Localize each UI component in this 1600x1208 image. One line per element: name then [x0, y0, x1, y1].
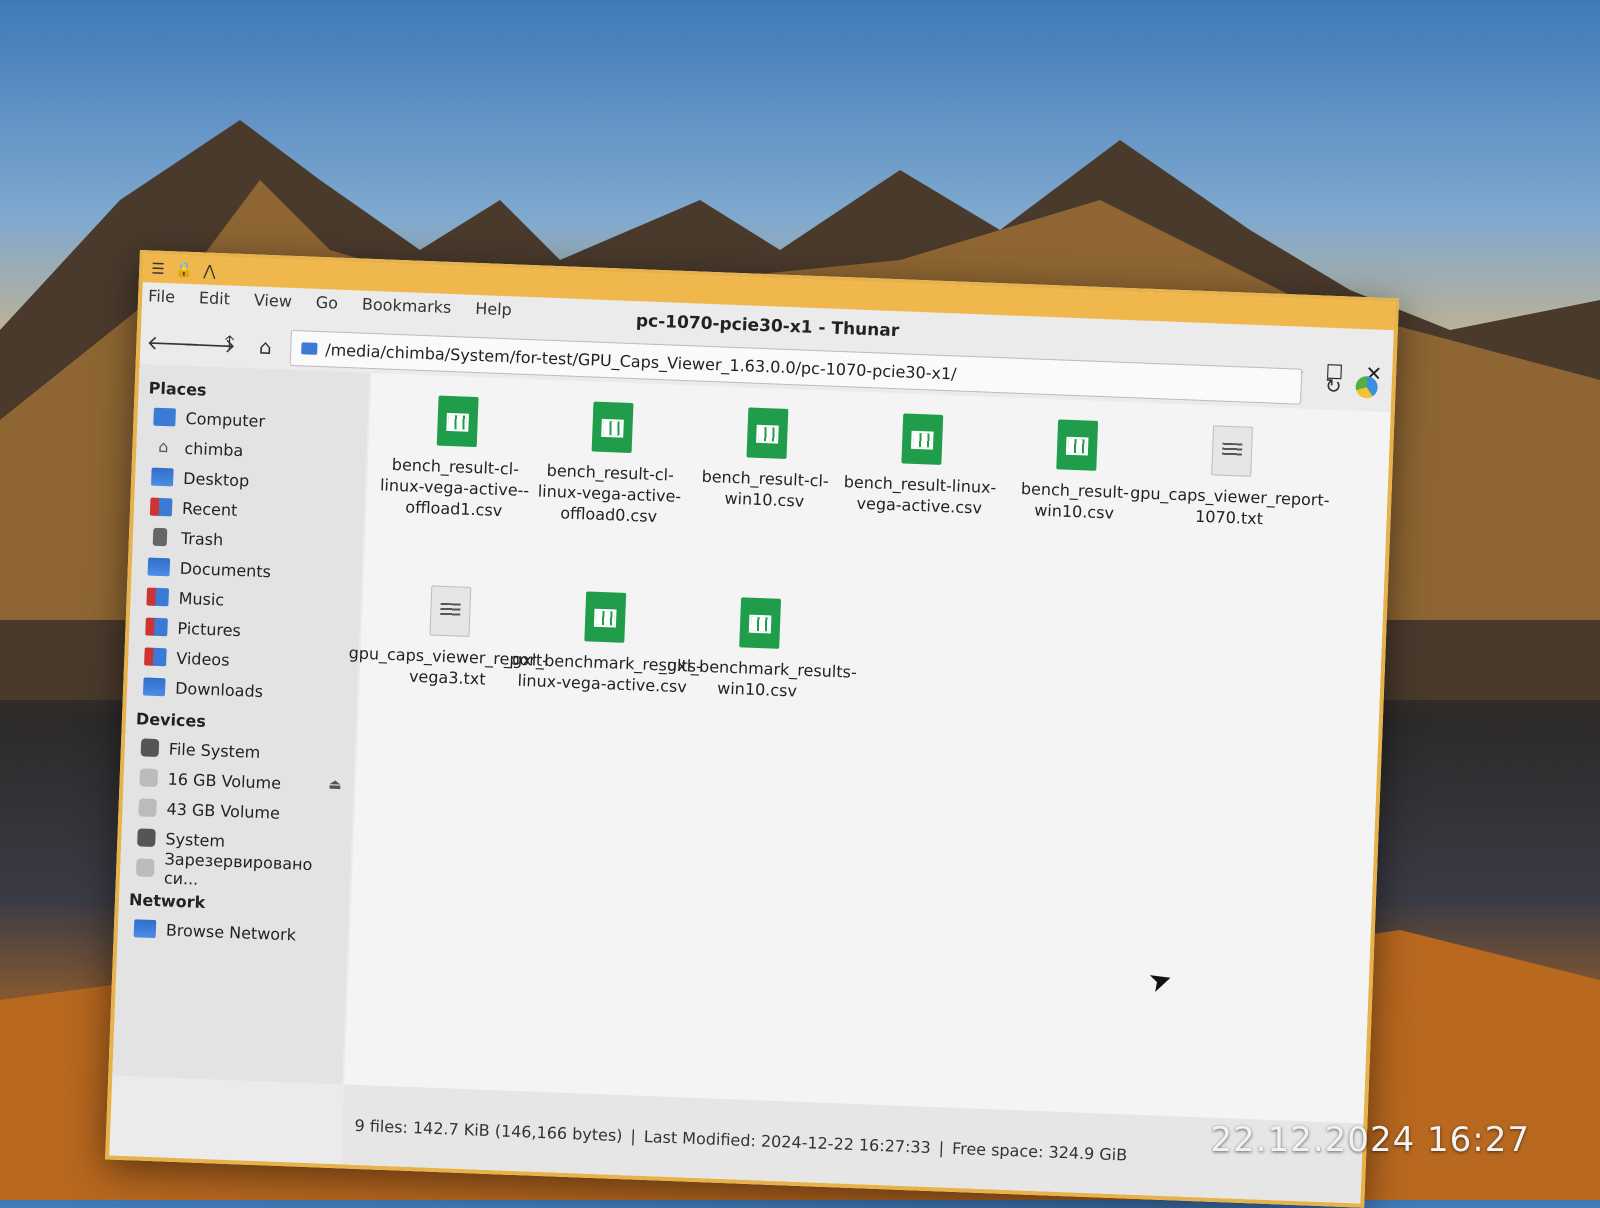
music-folder-icon [146, 587, 170, 607]
text-file-icon [1210, 425, 1253, 477]
file-name: gpu_caps_viewer_report-1070.txt [1129, 483, 1330, 529]
sidebar-item-label: Downloads [174, 678, 264, 701]
icon-grid: bench_result-cl-linux-vega-active--offlo… [348, 393, 1360, 810]
sidebar-item-label: 16 GB Volume [167, 768, 282, 793]
menu-bookmarks[interactable]: Bookmarks [362, 295, 452, 317]
eject-icon[interactable]: ⏏ [328, 777, 342, 793]
status-free-space: Free space: 324.9 GiB [951, 1138, 1128, 1165]
file-name: bench_result-cl-linux-vega-active-offloa… [537, 460, 682, 527]
status-file-count: 9 files: 142.7 KiB (146,166 bytes) [354, 1115, 623, 1145]
text-file-icon [428, 585, 471, 637]
sidebar-item-label: Desktop [182, 468, 250, 490]
recent-folder-icon [149, 497, 173, 517]
network-folder-icon [133, 919, 157, 939]
drive-icon [135, 858, 155, 877]
spreadsheet-icon [436, 395, 479, 448]
drive-icon [140, 738, 160, 758]
file-view[interactable]: bench_result-cl-linux-vega-active--offlo… [344, 372, 1391, 1124]
sidebar-item-label: File System [168, 738, 261, 762]
file-name: bench_result-cl-win10.csv [701, 466, 830, 511]
sidebar-item-label: System [165, 828, 226, 851]
sidebar-item-label: Recent [181, 498, 238, 520]
forward-arrow-icon[interactable]: 🡒 [182, 332, 237, 358]
file-item[interactable]: gpu_caps_viewer_report-1070.txt [1130, 423, 1330, 619]
spreadsheet-icon [745, 407, 788, 459]
computer-icon [153, 407, 176, 427]
sidebar-item-label: Videos [176, 648, 230, 670]
spreadsheet-icon [1055, 419, 1098, 471]
status-last-modified: Last Modified: 2024-12-22 16:27:33 [643, 1126, 932, 1157]
menu-help[interactable]: Help [475, 299, 512, 319]
file-name: bench_result-linux-vega-active.csv [843, 472, 997, 518]
documents-folder-icon [147, 557, 171, 577]
sidebar-item-label: 43 GB Volume [166, 798, 281, 823]
window-menu-icon[interactable]: ☰ [151, 259, 165, 278]
pictures-folder-icon [145, 617, 168, 637]
sidebar: Places Computer ⌂ chimba Desktop Recent T… [112, 364, 370, 1085]
disk-usage-icon[interactable] [1355, 375, 1379, 399]
desktop-folder-icon [150, 467, 174, 487]
back-arrow-icon[interactable]: 🡐 [146, 330, 201, 356]
menu-view[interactable]: View [254, 290, 293, 310]
up-arrow-icon[interactable]: 🡑 [218, 328, 241, 363]
drive-icon [138, 798, 157, 818]
reload-icon[interactable]: ↻ [1324, 374, 1342, 399]
spreadsheet-icon [583, 591, 626, 643]
sidebar-item-label: Music [178, 588, 225, 609]
toolbar-right: ↻ [1324, 374, 1379, 400]
file-name: bench_result-cl-linux-vega-active--offlo… [379, 454, 530, 521]
trash-icon [152, 527, 168, 547]
spreadsheet-icon [738, 597, 781, 649]
spreadsheet-icon [900, 413, 943, 465]
sidebar-item-label: Trash [180, 528, 224, 549]
usb-drive-icon [139, 768, 159, 788]
status-separator: | [938, 1137, 945, 1158]
drive-icon [137, 828, 156, 848]
file-item[interactable]: bench_result-linux-vega-active.csv [838, 411, 1000, 607]
file-item[interactable]: bench_result-cl-linux-vega-active--offlo… [373, 393, 535, 589]
file-item[interactable]: _gxl_benchmark_results-win10.csv [659, 595, 857, 791]
lock-icon[interactable]: 🔒 [174, 260, 193, 279]
sidebar-item-label: Documents [179, 558, 272, 581]
shade-icon[interactable]: ⋀ [203, 261, 216, 279]
thunar-window: ☰ 🔒 ⋀ File Edit View Go Bookmarks Help p… [105, 250, 1400, 1208]
status-separator: | [630, 1125, 637, 1146]
downloads-folder-icon [142, 677, 166, 697]
photo-timestamp: 22.12.2024 16:27 [1210, 1120, 1530, 1160]
menu-file[interactable]: File [148, 286, 175, 306]
sidebar-item-label: Browse Network [165, 920, 297, 944]
folder-icon [301, 342, 318, 355]
file-item[interactable]: bench_result-cl-win10.csv [683, 405, 845, 601]
file-name: _gxl_benchmark_results-win10.csv [658, 655, 858, 701]
sidebar-item-label: Зарезервировано си... [163, 849, 313, 889]
menu-edit[interactable]: Edit [199, 288, 231, 308]
spreadsheet-icon [591, 401, 633, 454]
sidebar-item-label: chimba [184, 438, 244, 460]
file-item[interactable]: bench_result-cl-linux-vega-active-offloa… [528, 399, 690, 595]
sidebar-item-label: Computer [185, 408, 266, 431]
menu-go[interactable]: Go [315, 293, 338, 313]
home-icon[interactable]: ⌂ [254, 334, 277, 359]
mouse-pointer-icon: ➤ [1144, 960, 1177, 1000]
videos-folder-icon [144, 647, 167, 667]
sidebar-item-label: Pictures [177, 618, 242, 640]
home-icon: ⌂ [158, 436, 169, 457]
